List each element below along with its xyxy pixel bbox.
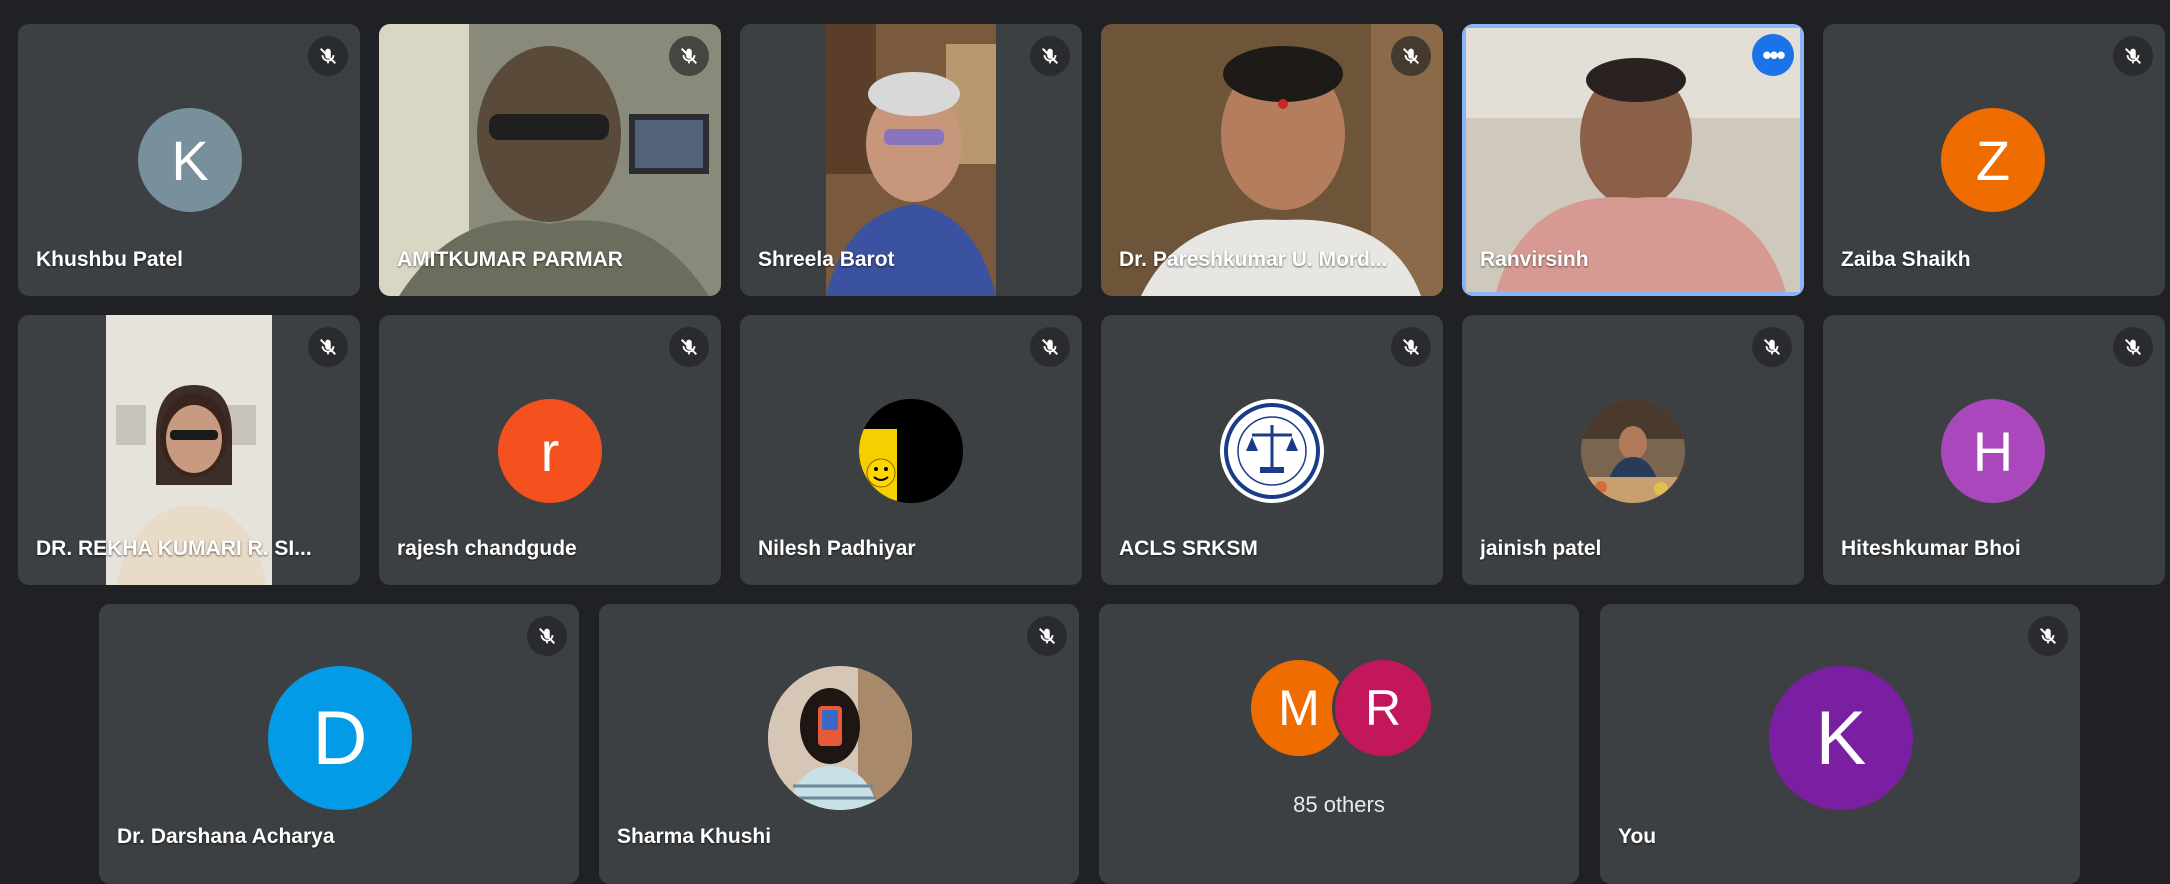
avatar: K [1769, 666, 1913, 810]
participant-name: Dr. Darshana Acharya [117, 825, 335, 848]
participant-tile-acls-srksm[interactable]: ACLS SRKSM [1101, 315, 1443, 585]
participant-name: AMITKUMAR PARMAR [397, 248, 623, 271]
participant-tile-darshana-acharya[interactable]: D Dr. Darshana Acharya [99, 604, 579, 884]
mic-off-icon [669, 36, 709, 76]
participant-name: Khushbu Patel [36, 248, 184, 271]
mic-off-icon [2113, 36, 2153, 76]
participant-tile-zaiba-shaikh[interactable]: Z Zaiba Shaikh [1823, 24, 2165, 296]
participant-tile-amitkumar-parmar[interactable]: AMITKUMAR PARMAR [379, 24, 721, 296]
mic-off-icon [308, 36, 348, 76]
avatar: M [1251, 660, 1347, 756]
mic-off-icon [1030, 327, 1070, 367]
mic-off-icon [1391, 36, 1431, 76]
mic-off-icon [1391, 327, 1431, 367]
avatar [1220, 399, 1324, 503]
avatar [1581, 399, 1685, 503]
participant-tile-you[interactable]: K You [1600, 604, 2080, 884]
participant-tile-shreela-barot[interactable]: Shreela Barot [740, 24, 1082, 296]
participant-tile-hiteshkumar-bhoi[interactable]: H Hiteshkumar Bhoi [1823, 315, 2165, 585]
avatar [859, 399, 963, 503]
participant-tile-pareshkumar[interactable]: Dr. Pareshkumar U. Mord... [1101, 24, 1443, 296]
mic-off-icon [1027, 616, 1067, 656]
avatar: Z [1941, 108, 2045, 212]
mic-off-icon [308, 327, 348, 367]
participant-tile-ranvirsinh[interactable]: ••• Ranvirsinh [1462, 24, 1804, 296]
participant-name: Hiteshkumar Bhoi [1841, 537, 2021, 560]
participant-tile-rajesh-chandgude[interactable]: r rajesh chandgude [379, 315, 721, 585]
participant-name: Zaiba Shaikh [1841, 248, 1971, 271]
participant-name: You [1618, 825, 1657, 848]
others-tile[interactable]: M R 85 others [1099, 604, 1579, 884]
participant-name: Ranvirsinh [1480, 248, 1589, 271]
mic-off-icon [669, 327, 709, 367]
mic-off-icon [2028, 616, 2068, 656]
mic-off-icon [1030, 36, 1070, 76]
participant-name: Dr. Pareshkumar U. Mord... [1119, 248, 1388, 271]
avatar: H [1941, 399, 2045, 503]
avatar: R [1335, 660, 1431, 756]
participant-tile-sharma-khushi[interactable]: Sharma Khushi [599, 604, 1079, 884]
avatar: D [268, 666, 412, 810]
participant-name: Sharma Khushi [617, 825, 772, 848]
participant-tile-jainish-patel[interactable]: jainish patel [1462, 315, 1804, 585]
participant-name: jainish patel [1480, 537, 1602, 560]
participant-name: Nilesh Padhiyar [758, 537, 916, 560]
more-options-icon[interactable]: ••• [1752, 34, 1794, 76]
mic-off-icon [1752, 327, 1792, 367]
others-count-label: 85 others [1293, 792, 1385, 817]
participant-tile-rekha-kumari[interactable]: DR. REKHA KUMARI R. SI... [18, 315, 360, 585]
avatar [768, 666, 912, 810]
participant-tile-nilesh-padhiyar[interactable]: Nilesh Padhiyar [740, 315, 1082, 585]
participant-name: DR. REKHA KUMARI R. SI... [36, 537, 312, 560]
avatar: K [138, 108, 242, 212]
avatar: r [498, 399, 602, 503]
participant-name: rajesh chandgude [397, 537, 577, 560]
mic-off-icon [527, 616, 567, 656]
mic-off-icon [2113, 327, 2153, 367]
participant-name: Shreela Barot [758, 248, 895, 271]
participant-name: ACLS SRKSM [1119, 537, 1258, 560]
participant-tile-khushbu-patel[interactable]: K Khushbu Patel [18, 24, 360, 296]
